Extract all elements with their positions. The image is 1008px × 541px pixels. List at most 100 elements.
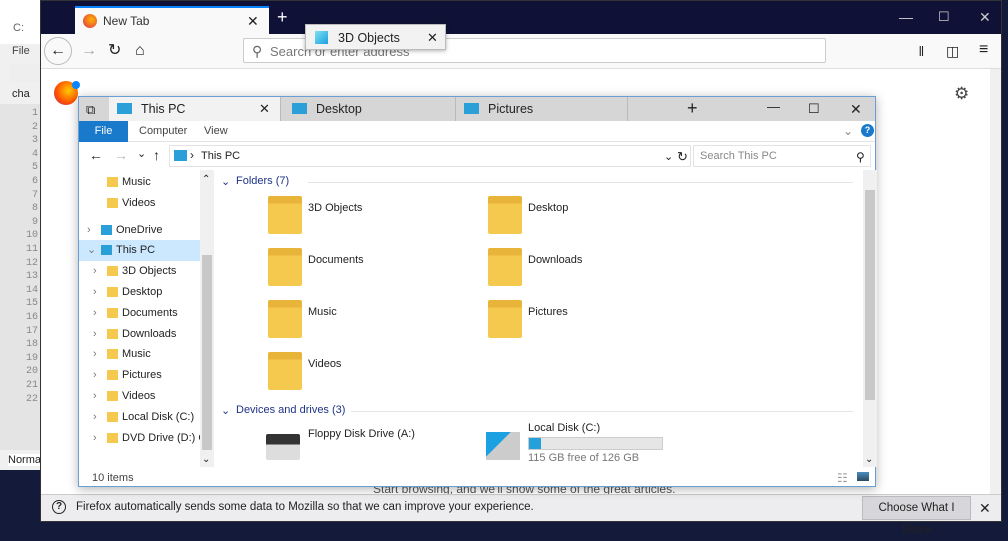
nav-item[interactable]: › Videos xyxy=(79,386,200,407)
nav-item[interactable]: › Documents xyxy=(79,303,200,324)
page-scrollbar[interactable] xyxy=(990,69,1001,495)
explorer-tab-this-pc[interactable]: This PC ✕ xyxy=(109,97,281,121)
expand-icon[interactable]: › xyxy=(93,324,97,345)
large-icons-view-icon[interactable] xyxy=(857,472,869,481)
drive-local-c[interactable]: Local Disk (C:) 115 GB free of 126 GB xyxy=(486,422,736,467)
minimize-icon[interactable]: — xyxy=(899,9,913,25)
nav-scrollbar[interactable]: ⌃ ⌄ xyxy=(200,170,214,467)
nav-item[interactable]: › DVD Drive (D:) CC xyxy=(79,428,214,449)
drive-floppy[interactable]: Floppy Disk Drive (A:) xyxy=(266,428,466,467)
maximize-icon[interactable]: ☐ xyxy=(938,9,950,25)
expand-icon[interactable]: › xyxy=(93,386,97,407)
maximize-icon[interactable]: ☐ xyxy=(808,101,820,117)
menu-icon[interactable]: ≡ xyxy=(979,42,988,58)
nav-label: OneDrive xyxy=(116,223,163,236)
up-icon[interactable]: ↑ xyxy=(153,147,160,163)
folder-item[interactable]: Desktop xyxy=(488,196,688,246)
recent-icon[interactable]: ⌄ xyxy=(137,146,146,162)
nav-item[interactable]: › Music xyxy=(79,344,200,365)
search-box[interactable]: Search This PC ⚲ xyxy=(693,145,871,167)
expand-icon[interactable]: › xyxy=(93,344,97,365)
folder-item[interactable]: 3D Objects xyxy=(268,196,468,246)
minimize-icon[interactable]: — xyxy=(767,99,780,115)
folder-icon xyxy=(488,248,522,286)
scroll-up-icon[interactable]: ⌃ xyxy=(202,172,210,188)
expand-icon[interactable]: › xyxy=(93,261,97,282)
back-icon[interactable]: ← xyxy=(44,37,72,65)
devices-header[interactable]: Devices and drives (3) xyxy=(236,404,345,416)
close-tab-icon[interactable]: ✕ xyxy=(247,13,259,29)
expand-icon[interactable]: › xyxy=(93,407,97,428)
folder-item[interactable]: Documents xyxy=(268,248,468,298)
nav-item[interactable]: › Downloads xyxy=(79,324,200,345)
content-scrollbar[interactable]: ⌄ xyxy=(863,170,877,467)
collapse-devices-icon[interactable]: ⌄ xyxy=(221,403,230,419)
expand-icon[interactable]: ⌄ xyxy=(87,240,96,261)
close-icon[interactable]: ✕ xyxy=(427,30,438,46)
file-tab[interactable]: File xyxy=(79,121,128,142)
computer-tab[interactable]: Computer xyxy=(139,125,187,137)
folder-icon xyxy=(107,266,118,277)
folder-item[interactable]: Videos xyxy=(268,352,468,402)
line-number: 20 xyxy=(25,366,38,378)
address-text: This PC xyxy=(201,150,241,162)
folder-item[interactable]: Music xyxy=(268,300,468,350)
home-icon[interactable]: ⌂ xyxy=(135,43,145,59)
sidebar-icon[interactable]: ◫ xyxy=(946,43,959,59)
nav-item[interactable]: › 3D Objects xyxy=(79,261,200,282)
nav-item[interactable]: › Pictures xyxy=(79,365,200,386)
nav-item[interactable]: › Desktop xyxy=(79,282,200,303)
notepad-status: Norma xyxy=(8,454,42,466)
expand-icon[interactable]: › xyxy=(93,365,97,386)
gear-icon[interactable]: ⚙ xyxy=(954,85,969,102)
address-dropdown-icon[interactable]: ⌄ xyxy=(664,149,673,165)
tab-new-tab[interactable]: New Tab ✕ xyxy=(75,6,269,34)
notepad-tab[interactable]: cha xyxy=(12,88,30,100)
refresh-icon[interactable]: ↻ xyxy=(677,149,688,165)
choose-what-i-share-button[interactable]: Choose What I Share xyxy=(862,496,971,536)
nav-label: Pictures xyxy=(122,369,162,382)
expand-icon[interactable]: › xyxy=(93,282,97,303)
notification-text: Firefox automatically sends some data to… xyxy=(76,501,534,513)
explorer-tab-desktop[interactable]: Desktop xyxy=(284,97,456,121)
folders-header[interactable]: Folders (7) xyxy=(236,175,289,187)
scroll-down-icon[interactable]: ⌄ xyxy=(202,452,210,468)
expand-icon[interactable]: › xyxy=(93,428,97,449)
expand-ribbon-icon[interactable]: ⌄ xyxy=(843,123,853,139)
expand-icon[interactable]: › xyxy=(87,220,91,241)
notepad-file-menu[interactable]: File xyxy=(12,45,30,57)
folder-icon xyxy=(101,245,112,256)
new-tab-icon[interactable]: + xyxy=(687,99,698,117)
folder-icon xyxy=(107,177,118,187)
computer-icon xyxy=(117,103,132,114)
close-window-icon[interactable]: ✕ xyxy=(850,101,862,117)
details-view-icon[interactable]: ☷ xyxy=(837,470,848,486)
collapse-folders-icon[interactable]: ⌄ xyxy=(221,174,230,190)
address-bar[interactable]: › This PC ⌄ ↻ xyxy=(169,145,691,167)
help-icon[interactable]: ? xyxy=(861,124,874,137)
nav-item[interactable]: Music xyxy=(79,172,200,193)
close-window-icon[interactable]: ✕ xyxy=(979,9,991,25)
folder-item[interactable]: Downloads xyxy=(488,248,688,298)
back-icon[interactable]: ← xyxy=(89,147,103,163)
library-icon[interactable]: 𝍪 xyxy=(919,43,924,59)
scroll-down-icon[interactable]: ⌄ xyxy=(865,452,873,468)
dragged-tab[interactable]: 3D Objects ✕ xyxy=(305,24,446,50)
nav-item[interactable]: Videos xyxy=(79,193,200,214)
close-tab-icon[interactable]: ✕ xyxy=(259,101,270,117)
nav-item[interactable]: › Local Disk (C:) xyxy=(79,407,200,428)
forward-icon[interactable]: → xyxy=(81,43,97,59)
explorer-tab-pictures[interactable]: Pictures xyxy=(456,97,628,121)
folder-item[interactable]: Pictures xyxy=(488,300,688,350)
nav-item[interactable]: › OneDrive xyxy=(79,220,200,241)
forward-icon[interactable]: → xyxy=(114,147,128,163)
reload-icon[interactable]: ↻ xyxy=(108,43,121,59)
folder-icon xyxy=(107,370,118,381)
expand-icon[interactable]: › xyxy=(93,303,97,324)
nav-item[interactable]: ⌄ This PC xyxy=(79,240,200,262)
close-notification-icon[interactable]: ✕ xyxy=(979,500,991,516)
status-item-count: 10 items xyxy=(92,472,134,484)
view-tab[interactable]: View xyxy=(204,125,228,137)
tab-switcher-icon[interactable]: ⧉ xyxy=(86,102,95,118)
new-tab-icon[interactable]: + xyxy=(277,8,288,26)
